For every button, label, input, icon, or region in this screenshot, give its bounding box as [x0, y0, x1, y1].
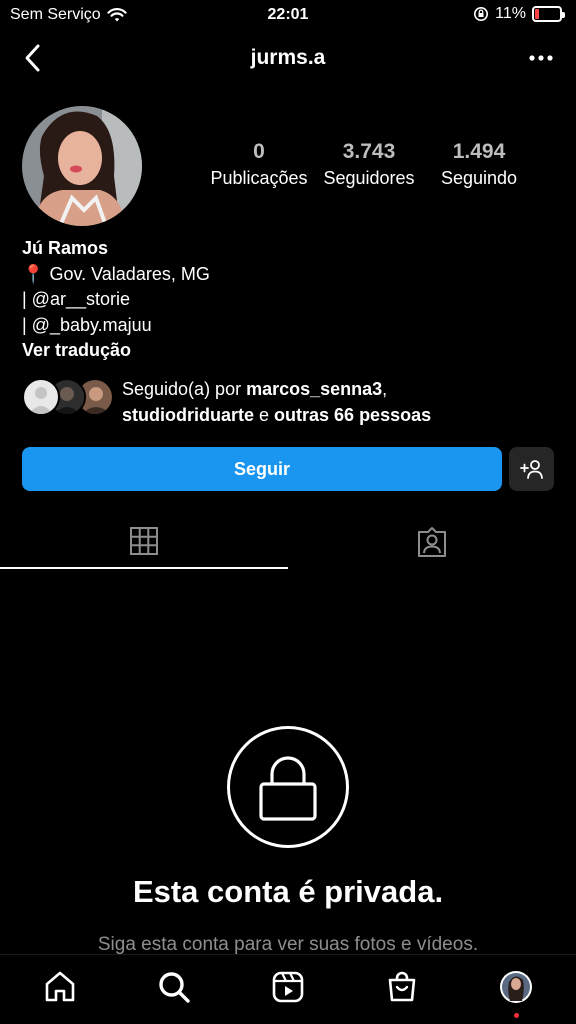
profile-avatar-small [500, 971, 532, 1003]
profile-username: jurms.a [250, 46, 326, 69]
bottom-navigation [0, 954, 576, 1024]
stat-following[interactable]: 1.494 Seguindo [420, 140, 538, 189]
status-bar: Sem Serviço 22:01 11% [0, 0, 576, 32]
mutual-user-2[interactable]: studiodriduarte [122, 405, 254, 425]
location-text: Gov. Valadares, MG [49, 263, 210, 284]
stat-posts: 0 Publicações [200, 140, 318, 189]
mutual-others[interactable]: outras 66 pessoas [274, 405, 431, 425]
mutual-avatar-1 [22, 378, 60, 416]
add-person-icon [519, 460, 543, 479]
stat-followers[interactable]: 3.743 Seguidores [318, 140, 420, 189]
nav-home[interactable] [42, 969, 78, 1005]
followers-count: 3.743 [342, 140, 396, 163]
mutual-user-1[interactable]: marcos_senna3 [246, 379, 382, 399]
pin-icon: 📍 [22, 263, 45, 284]
search-icon [159, 972, 190, 1003]
profile-full-name: Jú Ramos [22, 238, 109, 258]
posts-label: Publicações [210, 168, 308, 188]
followed-by-text: Seguido(a) por marcos_senna3, studiodrid… [122, 376, 431, 428]
private-lock-badge [227, 726, 349, 848]
followers-label: Seguidores [323, 168, 415, 188]
nav-reels[interactable] [270, 969, 306, 1005]
grid-icon [130, 527, 158, 555]
notification-dot [514, 1013, 519, 1018]
tab-posts-grid[interactable] [0, 515, 288, 569]
nav-profile[interactable] [498, 969, 534, 1005]
profile-avatar[interactable] [22, 106, 142, 226]
followed-by[interactable]: Seguido(a) por marcos_senna3, studiodrid… [22, 376, 431, 428]
suggested-users-button[interactable] [509, 447, 554, 491]
follow-button[interactable]: Seguir [22, 447, 502, 491]
followed-by-prefix: Seguido(a) por [122, 379, 247, 399]
shop-icon [388, 971, 416, 1002]
orientation-lock-icon [474, 7, 489, 21]
profile-stats: 0 Publicações 3.743 Seguidores 1.494 Seg… [200, 140, 538, 189]
battery-icon [532, 6, 565, 22]
profile-header: jurms.a [0, 32, 576, 86]
profile-tabs [0, 515, 576, 569]
followed-by-conj: e [254, 405, 275, 425]
bio-line-2[interactable]: | @_baby.majuu [22, 313, 210, 339]
see-translation-link[interactable]: Ver tradução [22, 338, 210, 364]
mutual-avatars [22, 376, 116, 418]
status-right: 11% [473, 5, 565, 23]
tagged-person-icon [418, 527, 446, 557]
posts-count: 0 [253, 140, 265, 163]
lock-icon [259, 756, 317, 821]
followed-by-comma: , [382, 379, 388, 399]
reels-icon [272, 971, 304, 1003]
profile-bio: Jú Ramos 📍 Gov. Valadares, MG | @ar__sto… [22, 236, 210, 364]
tab-tagged[interactable] [288, 515, 576, 569]
bio-line-1[interactable]: | @ar__storie [22, 287, 210, 313]
home-icon [45, 971, 75, 1002]
nav-shop[interactable] [384, 969, 420, 1005]
following-count: 1.494 [452, 140, 506, 163]
following-label: Seguindo [440, 168, 518, 188]
more-horizontal-icon[interactable] [526, 46, 556, 70]
battery-percent: 11% [495, 5, 526, 22]
nav-search[interactable] [156, 969, 192, 1005]
bio-location: 📍 Gov. Valadares, MG [22, 262, 210, 288]
private-account-title: Esta conta é privada. [132, 874, 444, 909]
